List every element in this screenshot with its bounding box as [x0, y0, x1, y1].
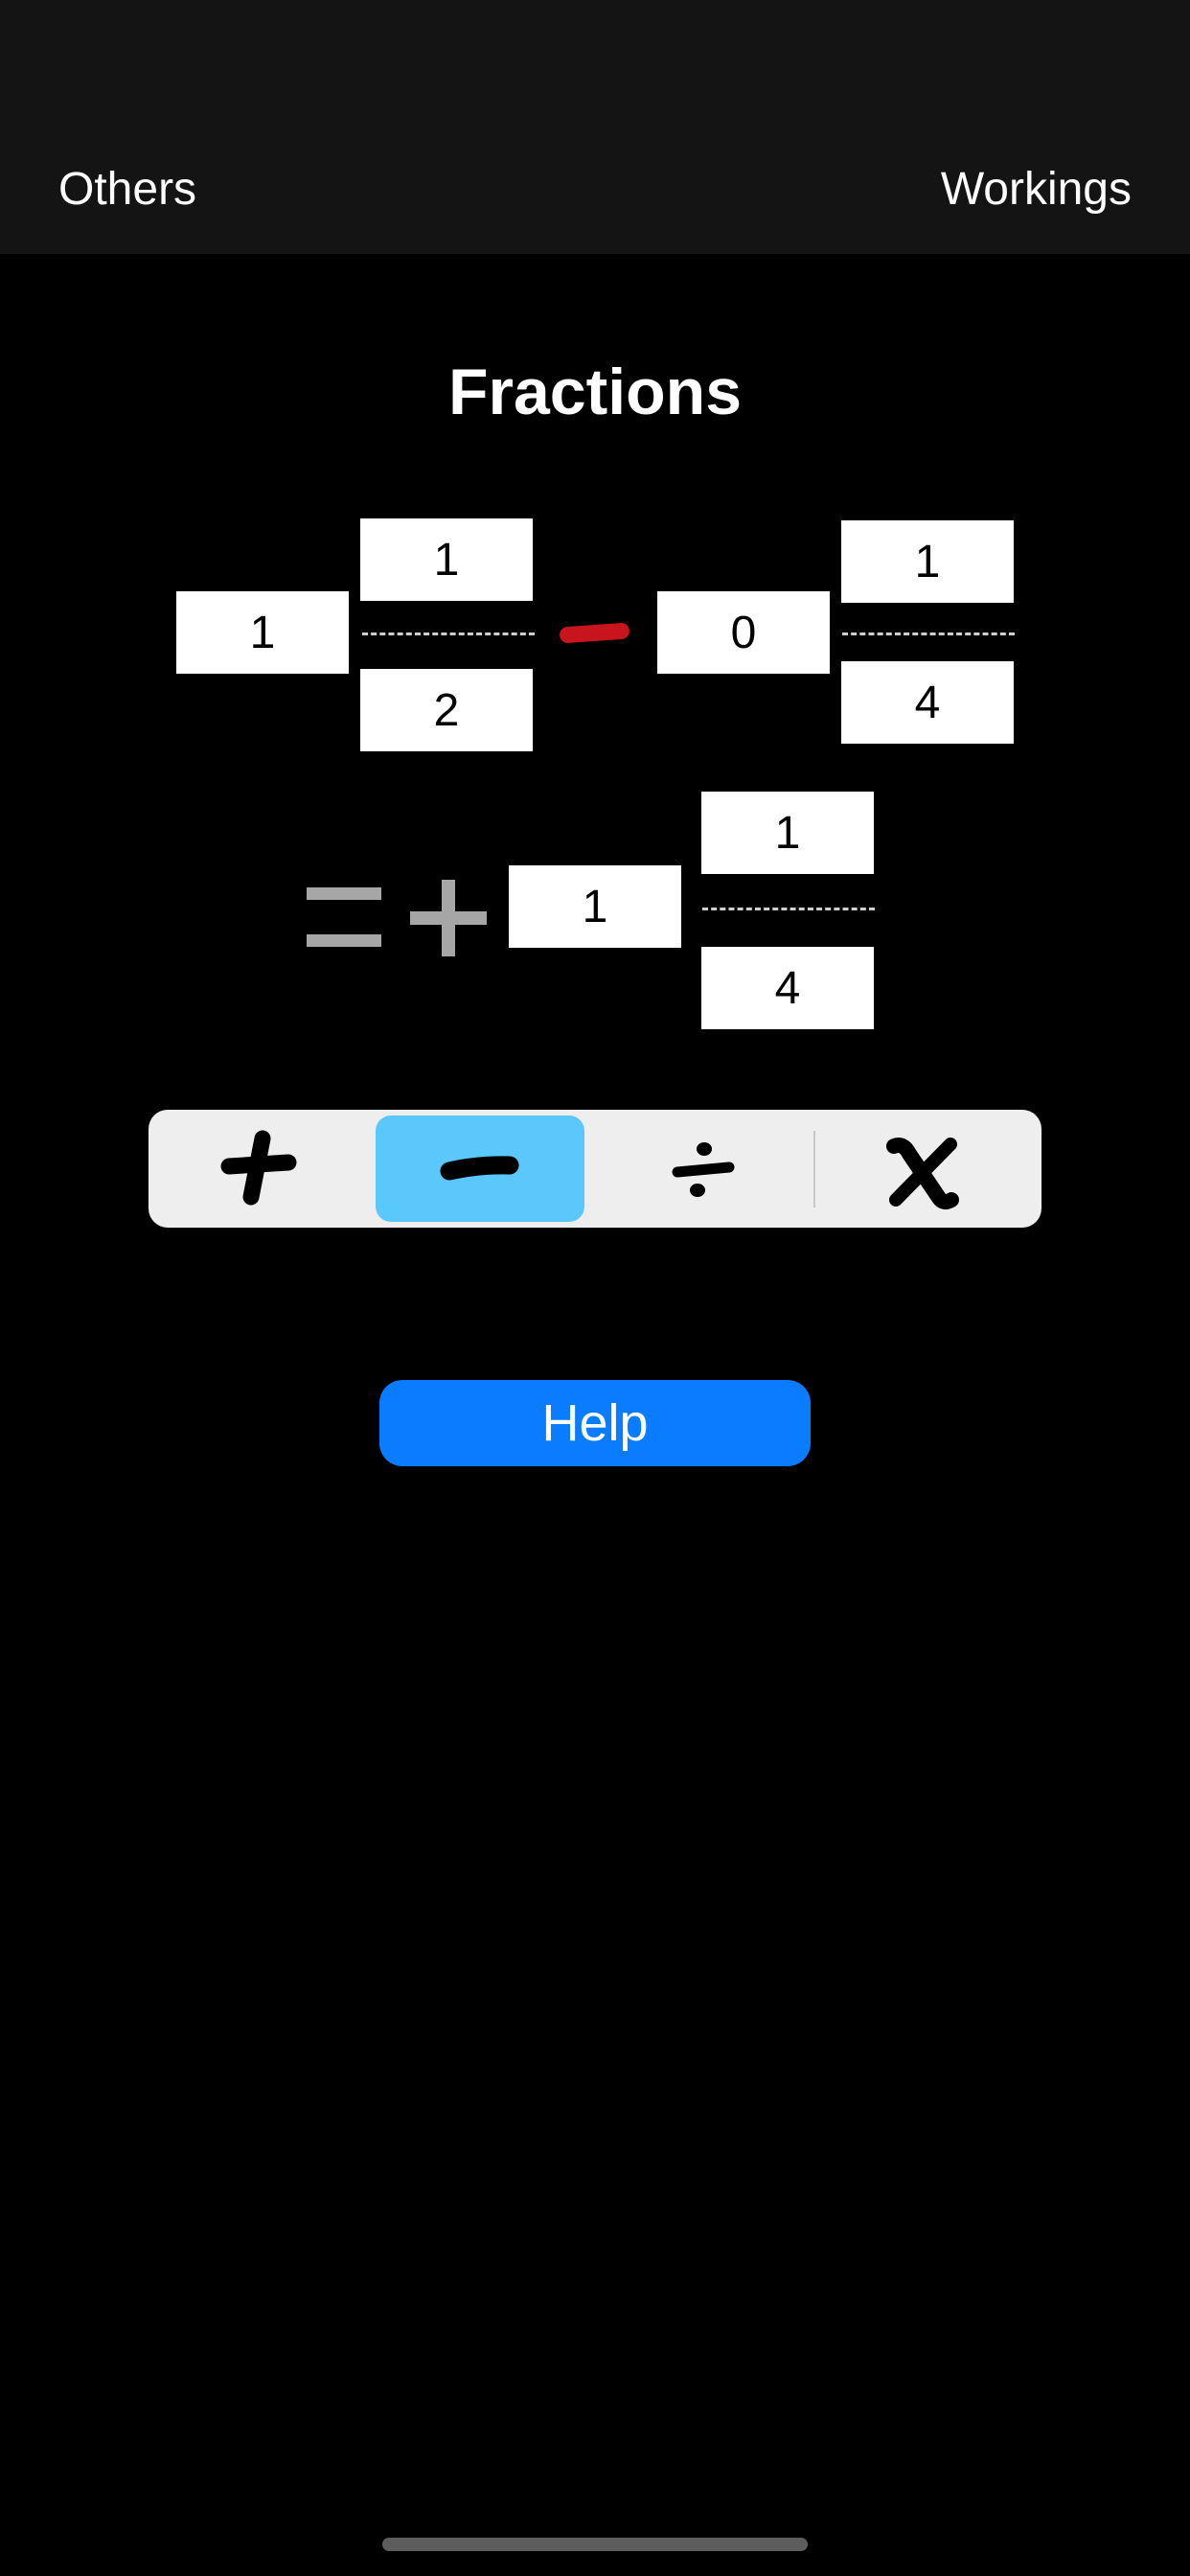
fractions-screen: Others Workings Fractions 1 1 2 0 1 4 1 …	[0, 0, 1190, 2576]
divide-icon	[672, 1142, 735, 1197]
operand1-fraction-line	[362, 632, 535, 635]
operand2-numerator-field[interactable]	[841, 520, 1014, 603]
home-indicator[interactable]	[382, 2538, 808, 2551]
operand2-fraction-line	[842, 632, 1015, 635]
segment-multiply[interactable]	[821, 1116, 1030, 1222]
page-title: Fractions	[447, 356, 743, 428]
operator-minus-icon	[559, 622, 630, 644]
help-button[interactable]: Help	[379, 1380, 811, 1466]
result-fraction-line	[702, 908, 875, 910]
navigation-bar: Others Workings	[0, 0, 1190, 254]
segment-divide[interactable]	[597, 1116, 806, 1222]
operand1-numerator-field[interactable]	[360, 518, 533, 601]
operand2-denominator-field[interactable]	[841, 661, 1014, 744]
result-denominator-field	[701, 947, 874, 1029]
minus-icon	[440, 1156, 519, 1181]
result-plus-icon	[410, 880, 487, 956]
result-whole-field	[509, 865, 681, 948]
operation-segmented-control	[149, 1110, 1041, 1228]
operand2-whole-field[interactable]	[657, 591, 830, 674]
plus-icon	[220, 1130, 297, 1206]
result-numerator-field	[701, 792, 874, 874]
operand1-denominator-field[interactable]	[360, 669, 533, 751]
segment-subtract[interactable]	[376, 1116, 584, 1222]
multiply-icon	[886, 1138, 959, 1210]
operand1-whole-field[interactable]	[176, 591, 349, 674]
equals-icon	[307, 887, 381, 951]
workings-button[interactable]: Workings	[941, 161, 1132, 218]
segment-add[interactable]	[154, 1116, 363, 1222]
others-button[interactable]: Others	[58, 161, 196, 218]
segment-divider	[813, 1131, 815, 1208]
